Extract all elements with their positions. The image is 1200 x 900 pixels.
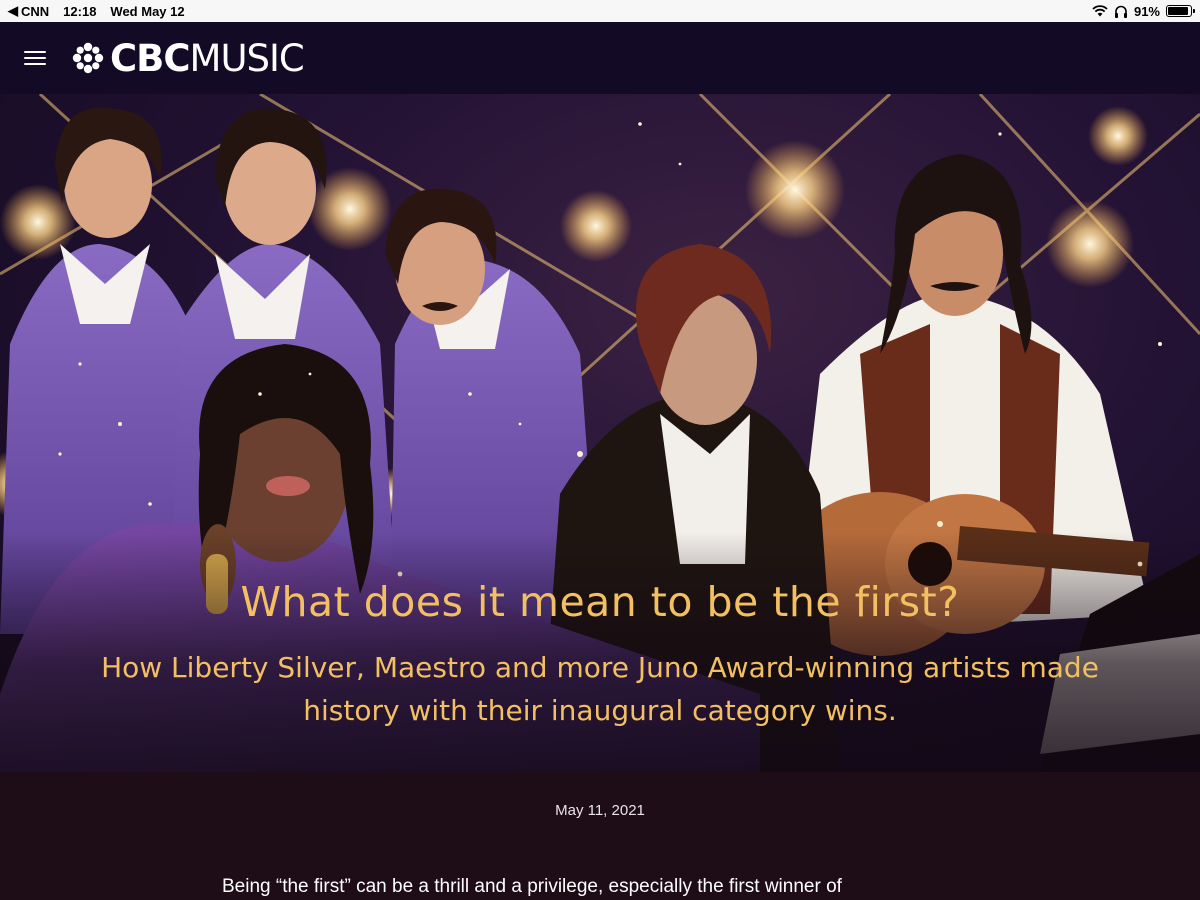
logo-music-text: MUSIC bbox=[189, 36, 305, 80]
status-date: Wed May 12 bbox=[110, 3, 185, 19]
logo-cbc-text: CBC bbox=[110, 36, 191, 80]
article-subtitle: How Liberty Silver, Maestro and more Jun… bbox=[101, 651, 1099, 727]
battery-icon bbox=[1166, 5, 1195, 17]
back-chevron-icon: ◀ bbox=[8, 3, 18, 18]
cbc-gem-icon bbox=[72, 42, 104, 74]
article-intro-paragraph: Being “the first” can be a thrill and a … bbox=[222, 876, 842, 897]
headphones-icon bbox=[1114, 5, 1127, 18]
battery-percent: 91% bbox=[1133, 3, 1160, 19]
hero-banner: What does it mean to be the first? How L… bbox=[0, 94, 1200, 772]
status-right: 91% bbox=[1092, 3, 1195, 19]
status-left: ◀ CNN 12:18 Wed May 12 bbox=[8, 3, 185, 19]
back-to-app-button[interactable]: ◀ CNN bbox=[8, 3, 49, 19]
battery-level-fill bbox=[1168, 7, 1189, 15]
wifi-icon bbox=[1092, 5, 1108, 17]
publish-date: May 11, 2021 bbox=[555, 802, 645, 819]
cbc-music-logo[interactable]: CBCMUSIC bbox=[72, 36, 305, 80]
status-bar: ◀ CNN 12:18 Wed May 12 91% bbox=[0, 0, 1200, 22]
back-app-label: CNN bbox=[21, 3, 50, 19]
site-header: CBCMUSIC bbox=[0, 22, 1200, 94]
logo-wordmark: CBCMUSIC bbox=[110, 36, 305, 80]
article-title: What does it mean to be the first? bbox=[240, 578, 960, 626]
article-body-section: May 11, 2021 Being “the first” can be a … bbox=[0, 772, 1200, 900]
status-time: 12:18 bbox=[63, 3, 97, 19]
hamburger-menu-icon[interactable] bbox=[24, 49, 46, 67]
